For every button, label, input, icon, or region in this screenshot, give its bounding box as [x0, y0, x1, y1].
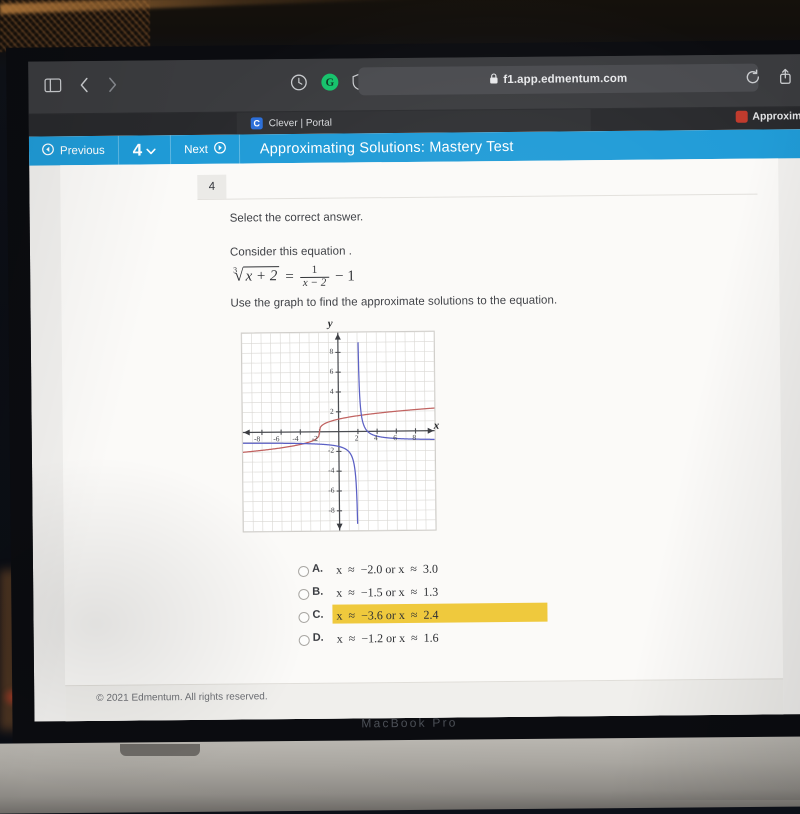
- radical-sign-icon: √: [234, 266, 244, 286]
- graph-figure: -8-6-4-22468-8-6-4-22468 y x: [233, 317, 443, 544]
- y-tick-label: 6: [330, 367, 334, 376]
- browser-toolbar: G f1.app.edmentum.com: [28, 54, 800, 114]
- radio-button[interactable]: [298, 566, 309, 577]
- laptop-screen: G f1.app.edmentum.com: [0, 40, 800, 760]
- browser-extensions: G: [290, 73, 366, 91]
- next-label: Next: [184, 143, 208, 155]
- question-divider: [197, 194, 757, 200]
- choice-letter: A.: [312, 563, 323, 575]
- y-tick-label: -4: [328, 466, 334, 475]
- y-tick-label: -8: [328, 505, 334, 514]
- y-tick-label: 8: [329, 347, 333, 356]
- fraction-numerator: 1: [309, 265, 321, 277]
- choice-text: x ≈ −1.5 or x ≈ 1.3: [336, 583, 438, 603]
- x-tick-label: -2: [312, 433, 318, 442]
- next-circle-icon: [214, 142, 226, 157]
- cube-root-expression: 3 √ x + 2: [230, 267, 279, 287]
- question-number-value: 4: [133, 140, 143, 160]
- tab-label: Approximat: [752, 110, 800, 123]
- sidebar-toggle-icon[interactable]: [44, 78, 61, 92]
- equation-display: 3 √ x + 2 = 1 x − 2 − 1: [230, 264, 355, 289]
- screen-bezel: G f1.app.edmentum.com: [6, 40, 800, 748]
- y-tick-label: -6: [328, 486, 334, 495]
- fraction-denominator: x − 2: [300, 276, 329, 289]
- copyright-text: © 2021 Edmentum. All rights reserved.: [96, 691, 267, 704]
- url-text: f1.app.edmentum.com: [503, 73, 627, 86]
- radio-button[interactable]: [299, 635, 310, 646]
- radicand: x + 2: [243, 266, 279, 285]
- equation-tail: − 1: [335, 268, 355, 285]
- graph-instruction-text: Use the graph to find the approximate so…: [230, 295, 557, 310]
- consider-equation-text: Consider this equation .: [230, 245, 352, 258]
- x-tick-label: -6: [273, 434, 279, 443]
- grammarly-extension-icon[interactable]: G: [321, 74, 338, 91]
- address-bar[interactable]: f1.app.edmentum.com: [358, 64, 758, 96]
- share-icon[interactable]: [778, 68, 792, 84]
- chevron-down-icon: [146, 140, 156, 160]
- x-tick-label: 8: [412, 432, 416, 441]
- graph-plot: [242, 332, 436, 532]
- graph-grid-box: [241, 331, 437, 533]
- tab-approximating[interactable]: Approximat: [735, 110, 800, 123]
- x-tick-label: -8: [254, 434, 260, 443]
- previous-circle-icon: [42, 143, 54, 158]
- next-button[interactable]: Next: [171, 135, 240, 165]
- reload-icon[interactable]: [745, 69, 760, 84]
- choice-letter: B.: [312, 586, 323, 598]
- fraction: 1 x − 2: [300, 265, 330, 289]
- clock-extension-icon[interactable]: [290, 74, 307, 91]
- question-sheet: 4 Select the correct answer. Consider th…: [60, 158, 783, 721]
- x-axis-label: x: [434, 420, 440, 432]
- question-number-badge: 4: [197, 175, 226, 199]
- safari-browser-window: G f1.app.edmentum.com: [28, 54, 800, 721]
- answer-choice-list: A. x ≈ −2.0 or x ≈ 3.0 B. x ≈ −1.5 or x …: [233, 555, 754, 652]
- previous-button[interactable]: Previous: [29, 136, 119, 166]
- radio-button[interactable]: [298, 612, 309, 623]
- y-tick-label: -2: [328, 446, 334, 455]
- instruction-text: Select the correct answer.: [230, 211, 364, 224]
- x-tick-label: 2: [355, 433, 359, 442]
- assessment-title: Approximating Solutions: Mastery Test: [240, 132, 514, 164]
- x-tick-label: -4: [292, 433, 298, 442]
- equals-sign: =: [285, 269, 294, 286]
- tab-label: Clever | Portal: [269, 117, 332, 129]
- clever-favicon-icon: C: [251, 117, 263, 129]
- choice-text: x ≈ −3.6 or x ≈ 2.4: [336, 606, 438, 626]
- forward-chevron-icon[interactable]: [107, 77, 117, 93]
- back-chevron-icon[interactable]: [79, 77, 89, 93]
- edmentum-app: Previous 4 Next Approximating: [29, 129, 800, 721]
- question-number-dropdown[interactable]: 4: [119, 135, 172, 165]
- y-tick-label: 2: [330, 406, 334, 415]
- edmentum-favicon-icon: [735, 111, 747, 123]
- choice-letter: C.: [312, 609, 323, 621]
- x-tick-label: 4: [374, 433, 378, 442]
- axis-tick-labels: -8-6-4-22468-8-6-4-22468: [233, 317, 441, 319]
- choice-text: x ≈ −1.2 or x ≈ 1.6: [337, 629, 439, 649]
- previous-label: Previous: [60, 144, 105, 156]
- radio-button[interactable]: [298, 589, 309, 600]
- answer-choice-d[interactable]: D. x ≈ −1.2 or x ≈ 1.6: [234, 624, 754, 652]
- laptop-hinge-notch: [120, 744, 200, 756]
- graph-canvas: -8-6-4-22468-8-6-4-22468 y x: [233, 317, 443, 544]
- x-tick-label: 6: [393, 433, 397, 442]
- lock-icon: [489, 71, 498, 89]
- choice-letter: D.: [313, 632, 324, 644]
- y-axis-label: y: [328, 318, 333, 330]
- choice-text: x ≈ −2.0 or x ≈ 3.0: [336, 560, 438, 580]
- y-tick-label: 4: [330, 387, 334, 396]
